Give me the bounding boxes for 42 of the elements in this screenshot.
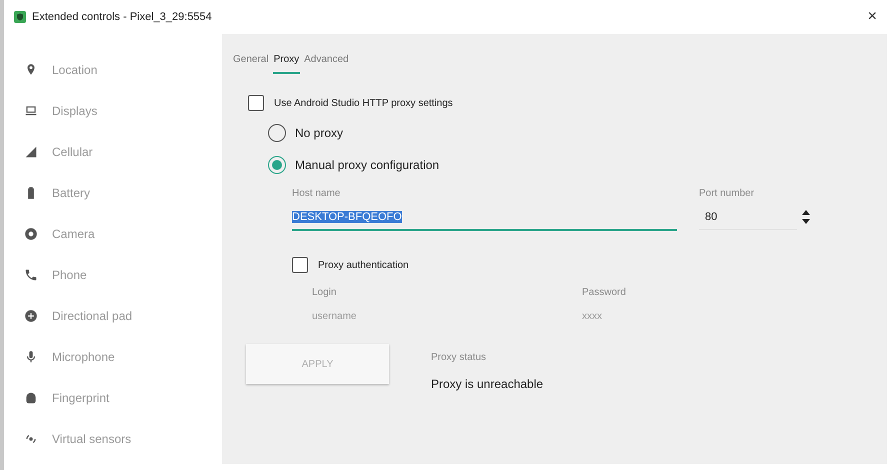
field-label: Password [582,287,627,298]
sidebar-item[interactable]: Microphone [4,336,222,377]
window-title: Extended controls - Pixel_3_29:5554 [32,11,212,23]
phone-icon [24,268,38,282]
monitor-icon [24,104,38,118]
field-label: Port number [699,188,756,199]
tab[interactable]: Advanced [303,52,350,74]
login-field[interactable]: username [312,311,462,322]
field-label: Host name [292,188,342,199]
tab[interactable]: Proxy [272,52,300,74]
aperture-icon [24,226,38,240]
checkbox-label: Proxy authentication [318,260,409,270]
status-label: Proxy status [431,352,488,363]
sidebar-item[interactable]: Phone [4,254,222,295]
sidebar-item[interactable]: Fingerprint [4,377,222,418]
checkbox-label: Use Android Studio HTTP proxy settings [274,98,453,108]
signal-icon [24,144,38,158]
radio-button[interactable] [268,124,286,142]
dpad-icon [24,308,38,322]
password-field[interactable]: xxxx [582,311,732,322]
port-number-field[interactable]: 80 [699,211,797,230]
sidebar-item[interactable]: Battery [4,172,222,213]
checkbox[interactable] [292,257,308,273]
checkbox[interactable] [248,95,264,111]
spinner-icon[interactable] [801,209,811,225]
field-label: Login [312,287,338,298]
fingerprint-icon [24,390,38,404]
status-text: Proxy is unreachable [431,377,544,391]
radio-label: Manual proxy configuration [295,158,440,172]
radio-button[interactable] [268,156,286,174]
shield-icon [14,11,26,23]
sidebar-item[interactable]: Cellular [4,131,222,172]
host-name-field[interactable]: DESKTOP-BFQEOFO [292,211,677,231]
sidebar-item[interactable]: Displays [4,90,222,131]
microphone-icon [24,350,38,364]
sidebar-item[interactable]: Location [4,49,222,90]
sidebar-item[interactable]: Directional pad [4,295,222,336]
sidebar-item[interactable]: Virtual sensors [4,418,222,459]
close-button[interactable]: × [862,8,883,26]
tab[interactable]: General [232,52,270,74]
sidebar-item[interactable]: Camera [4,213,222,254]
radio-label: No proxy [295,126,344,140]
